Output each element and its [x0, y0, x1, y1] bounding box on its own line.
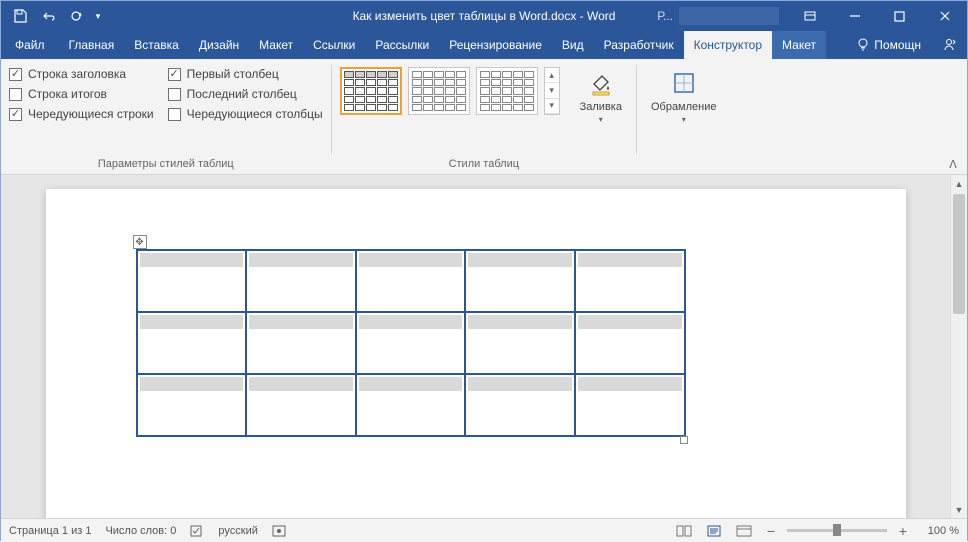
table-styles-gallery: ▴▾▾ [340, 65, 560, 115]
tab-view[interactable]: Вид [552, 31, 594, 59]
checkbox-icon [168, 108, 181, 121]
group-label: Параметры стилей таблиц [9, 156, 323, 170]
macro-icon [272, 524, 286, 538]
check-header-row[interactable]: Строка заголовка [9, 67, 154, 81]
shading-button[interactable]: Заливка [574, 65, 628, 126]
undo-button[interactable] [35, 3, 61, 29]
view-web-layout-button[interactable] [733, 522, 755, 540]
view-print-layout-button[interactable] [703, 522, 725, 540]
maximize-button[interactable] [877, 1, 922, 31]
close-button[interactable] [922, 1, 967, 31]
gallery-expand-button[interactable]: ▴▾▾ [544, 67, 560, 115]
vertical-scrollbar[interactable]: ▲ ▼ [950, 175, 967, 518]
view-read-mode-button[interactable] [673, 522, 695, 540]
document-workspace: ✥ ▲ ▼ [1, 175, 967, 518]
checkbox-icon [168, 88, 181, 101]
check-first-column[interactable]: Первый столбец [168, 67, 323, 81]
status-macros[interactable] [272, 524, 286, 538]
tab-review[interactable]: Рецензирование [439, 31, 552, 59]
checkbox-icon [9, 88, 22, 101]
ribbon: Строка заголовка Строка итогов Чередующи… [1, 59, 967, 175]
page-scroll-area[interactable]: ✥ [1, 175, 950, 518]
share-button[interactable] [931, 37, 967, 53]
tell-me-button[interactable]: Помощн [846, 38, 931, 52]
borders-button[interactable]: Обрамление [645, 65, 723, 156]
lightbulb-icon [856, 38, 870, 52]
zoom-level[interactable]: 100 % [919, 525, 959, 537]
table-row [137, 250, 685, 312]
user-initial: Р... [657, 9, 673, 23]
zoom-slider-thumb[interactable] [833, 524, 841, 536]
table-resize-handle[interactable] [680, 436, 688, 444]
status-spellcheck[interactable] [190, 524, 204, 538]
spellcheck-icon [190, 524, 204, 538]
ribbon-display-options-button[interactable] [787, 1, 832, 31]
tab-references[interactable]: Ссылки [303, 31, 365, 59]
borders-icon [668, 67, 700, 99]
group-label [645, 156, 723, 170]
table-style-thumb[interactable] [476, 67, 538, 115]
status-bar: Страница 1 из 1 Число слов: 0 русский − … [1, 518, 967, 542]
scroll-thumb[interactable] [953, 194, 965, 314]
collapse-ribbon-button[interactable]: ᐱ [943, 156, 963, 172]
group-table-styles: ▴▾▾ Заливка Стили таблиц [332, 59, 636, 174]
chevron-down-icon [682, 115, 686, 124]
document-table[interactable] [136, 249, 686, 437]
tab-insert[interactable]: Вставка [124, 31, 189, 59]
title-bar: ▾ Как изменить цвет таблицы в Word.docx … [1, 1, 967, 31]
tab-developer[interactable]: Разработчик [594, 31, 684, 59]
user-account[interactable]: Р... [649, 7, 787, 25]
tab-table-design[interactable]: Конструктор [684, 31, 772, 59]
scroll-down-button[interactable]: ▼ [951, 501, 967, 518]
table-move-handle[interactable]: ✥ [133, 235, 147, 249]
checkbox-icon [9, 108, 22, 121]
tab-design[interactable]: Дизайн [189, 31, 249, 59]
chevron-down-icon [599, 115, 603, 124]
tab-file[interactable]: Файл [1, 31, 59, 59]
check-last-column[interactable]: Последний столбец [168, 87, 323, 101]
qat-customize-button[interactable]: ▾ [91, 3, 105, 29]
group-table-style-options: Строка заголовка Строка итогов Чередующи… [1, 59, 331, 174]
tab-table-layout[interactable]: Макет [772, 31, 826, 59]
user-name-placeholder [679, 7, 779, 25]
status-word-count[interactable]: Число слов: 0 [105, 525, 176, 537]
group-label: Стили таблиц [340, 156, 628, 170]
paint-bucket-icon [585, 67, 617, 99]
scroll-track[interactable] [951, 192, 967, 501]
group-borders: Обрамление [637, 59, 731, 174]
tab-layout[interactable]: Макет [249, 31, 303, 59]
save-button[interactable] [7, 3, 33, 29]
check-banded-rows[interactable]: Чередующиеся строки [9, 107, 154, 121]
tab-mailings[interactable]: Рассылки [365, 31, 439, 59]
document-page[interactable]: ✥ [46, 189, 906, 518]
table-style-thumb[interactable] [408, 67, 470, 115]
table-row [137, 312, 685, 374]
status-language[interactable]: русский [218, 525, 257, 537]
checkbox-icon [168, 68, 181, 81]
zoom-out-button[interactable]: − [763, 523, 779, 539]
check-banded-columns[interactable]: Чередующиеся столбцы [168, 107, 323, 121]
redo-button[interactable] [63, 3, 89, 29]
zoom-in-button[interactable]: + [895, 523, 911, 539]
table-row [137, 374, 685, 436]
status-right: − + 100 % [673, 522, 959, 540]
minimize-button[interactable] [832, 1, 877, 31]
zoom-slider[interactable] [787, 529, 887, 532]
tab-home[interactable]: Главная [59, 31, 125, 59]
share-icon [941, 37, 957, 53]
checkbox-icon [9, 68, 22, 81]
ribbon-tabs: Файл Главная Вставка Дизайн Макет Ссылки… [1, 31, 967, 59]
titlebar-right: Р... [649, 1, 967, 31]
table-style-thumb[interactable] [340, 67, 402, 115]
status-page[interactable]: Страница 1 из 1 [9, 525, 91, 537]
check-total-row[interactable]: Строка итогов [9, 87, 154, 101]
quick-access-toolbar: ▾ [1, 3, 111, 29]
scroll-up-button[interactable]: ▲ [951, 175, 967, 192]
